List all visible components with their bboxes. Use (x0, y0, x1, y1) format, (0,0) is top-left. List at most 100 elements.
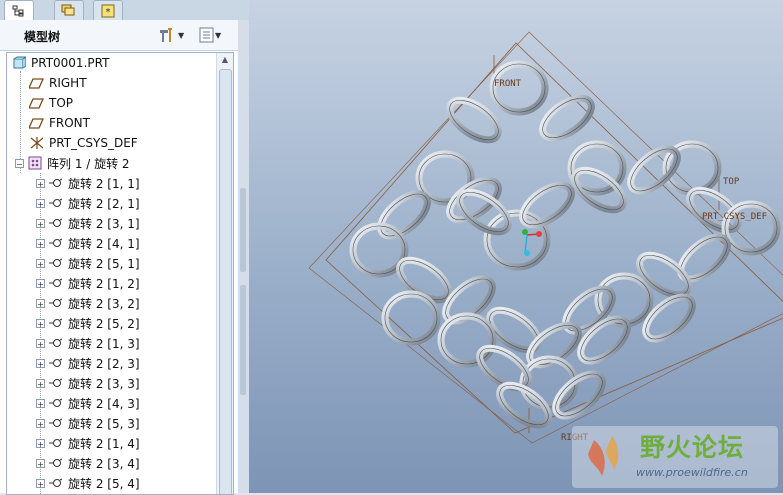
tree-root-label: PRT0001.PRT (31, 56, 110, 70)
revolve-icon (48, 256, 64, 270)
revolve-icon (48, 396, 64, 410)
tree-item-label: RIGHT (49, 76, 87, 90)
svg-text:*: * (106, 7, 111, 18)
scroll-thumb[interactable] (219, 69, 232, 494)
front-datum-label: FRONT (494, 79, 522, 89)
tree-item-label: 旋转 2 [4, 1] (68, 236, 140, 251)
revolve-icon (48, 176, 64, 190)
panel-splitter[interactable] (238, 20, 249, 493)
tree-item-label: 阵列 1 / 旋转 2 (47, 156, 130, 171)
revolve-icon (48, 416, 64, 430)
revolve-icon (48, 296, 64, 310)
favorites-icon: * (101, 4, 115, 18)
tree-item-rotate[interactable]: + 旋转 2 [3, 1] (36, 213, 140, 233)
expand-toggle[interactable]: + (36, 318, 45, 329)
tree-item-label: PRT_CSYS_DEF (49, 136, 138, 150)
model-tree: PRT0001.PRT RIGHT TOP FRONT PRT_CSYS_DEF… (6, 52, 234, 495)
navigator-tabs: * (0, 0, 250, 21)
revolve-icon (48, 196, 64, 210)
tree-item-label: 旋转 2 [3, 3] (68, 376, 140, 391)
csys-y-marker (522, 229, 528, 235)
revolve-icon (48, 436, 64, 450)
expand-toggle[interactable]: + (36, 458, 45, 469)
tab-layers[interactable] (54, 0, 84, 20)
tree-item-label: 旋转 2 [2, 1] (68, 196, 140, 211)
tree-item-pattern[interactable]: − 阵列 1 / 旋转 2 (15, 153, 130, 173)
tree-item-rotate[interactable]: + 旋转 2 [5, 2] (36, 313, 140, 333)
settings-button[interactable]: ▼ (158, 26, 184, 44)
expand-toggle[interactable]: + (36, 358, 45, 369)
tree-item-rotate[interactable]: + 旋转 2 [5, 1] (36, 253, 140, 273)
tree-item-rotate[interactable]: + 旋转 2 [4, 3] (36, 393, 140, 413)
csys-label: PRT_CSYS_DEF (702, 212, 767, 222)
tree-icon (12, 5, 24, 17)
expand-toggle[interactable]: + (36, 438, 45, 449)
tree-item-label: TOP (49, 96, 74, 110)
expand-toggle[interactable]: + (36, 238, 45, 249)
show-button[interactable]: ▼ (199, 26, 221, 44)
expand-toggle[interactable]: + (36, 418, 45, 429)
splitter-grip[interactable] (240, 188, 246, 272)
tree-item-rotate[interactable]: + 旋转 2 [5, 4] (36, 473, 140, 493)
expand-toggle[interactable]: + (36, 218, 45, 229)
part-icon (11, 56, 27, 70)
tree-item-rotate[interactable]: + 旋转 2 [1, 1] (36, 173, 140, 193)
revolve-icon (48, 216, 64, 230)
watermark-title: 野火论坛 (640, 433, 745, 462)
tree-item-label: 旋转 2 [3, 4] (68, 456, 140, 471)
expand-toggle[interactable]: + (36, 378, 45, 389)
graphics-viewport[interactable]: FRONT TOP PRT_CSYS_DEF RIGHT (249, 0, 783, 493)
revolve-icon (48, 456, 64, 470)
tree-item-label: 旋转 2 [2, 3] (68, 356, 140, 371)
top-datum-label: TOP (723, 177, 740, 187)
csys-x-marker (536, 231, 542, 237)
revolve-icon (48, 276, 64, 290)
revolve-icon (48, 376, 64, 390)
tree-item-label: 旋转 2 [5, 2] (68, 316, 140, 331)
datum-plane-icon (29, 76, 45, 90)
ring-group (349, 60, 781, 429)
tree-item-csys[interactable]: PRT_CSYS_DEF (29, 133, 138, 153)
tree-item-top[interactable]: TOP (29, 93, 73, 113)
csys-icon (29, 136, 45, 150)
tree-item-rotate[interactable]: + 旋转 2 [4, 1] (36, 233, 140, 253)
model-tree-panel: 模型树 ▼ ▼ PRT0001.PRT RIGHT TOP FRONT PRT_… (0, 20, 239, 495)
tree-scrollbar[interactable]: ▲ (216, 53, 233, 494)
expand-toggle[interactable]: + (36, 258, 45, 269)
expand-toggle[interactable]: + (36, 478, 45, 489)
scroll-up-arrow[interactable]: ▲ (217, 53, 233, 67)
tree-item-rotate[interactable]: + 旋转 2 [3, 3] (36, 373, 140, 393)
revolve-icon (48, 236, 64, 250)
chain-ring-outline (384, 293, 438, 343)
tree-item-label: 旋转 2 [1, 4] (68, 436, 140, 451)
expand-toggle[interactable]: + (36, 398, 45, 409)
tree-item-right[interactable]: RIGHT (29, 73, 87, 93)
watermark-url: www.proewildfire.cn (636, 466, 748, 479)
tree-item-front[interactable]: FRONT (29, 113, 90, 133)
tree-item-rotate[interactable]: + 旋转 2 [1, 2] (36, 273, 140, 293)
collapse-toggle[interactable]: − (15, 158, 24, 169)
chevron-down-icon: ▼ (215, 30, 222, 40)
tree-item-rotate[interactable]: + 旋转 2 [3, 4] (36, 453, 140, 473)
layers-icon (61, 4, 75, 15)
tree-item-rotate[interactable]: + 旋转 2 [1, 3] (36, 333, 140, 353)
pattern-icon (27, 156, 43, 170)
chain-ring (552, 370, 606, 420)
expand-toggle[interactable]: + (36, 278, 45, 289)
panel-header: 模型树 ▼ ▼ (0, 20, 238, 51)
panel-title: 模型树 (24, 30, 61, 44)
tab-favorites[interactable]: * (93, 0, 123, 20)
tab-model-tree[interactable] (4, 0, 34, 21)
expand-toggle[interactable]: + (36, 338, 45, 349)
tree-root[interactable]: PRT0001.PRT (11, 53, 109, 73)
tree-item-rotate[interactable]: + 旋转 2 [5, 3] (36, 413, 140, 433)
tree-item-rotate[interactable]: + 旋转 2 [2, 1] (36, 193, 140, 213)
tree-item-rotate[interactable]: + 旋转 2 [3, 2] (36, 293, 140, 313)
tree-item-rotate[interactable]: + 旋转 2 [1, 4] (36, 433, 140, 453)
splitter-grip[interactable] (240, 285, 246, 395)
expand-toggle[interactable]: + (36, 178, 45, 189)
tree-item-label: 旋转 2 [1, 3] (68, 336, 140, 351)
tree-item-rotate[interactable]: + 旋转 2 [2, 3] (36, 353, 140, 373)
expand-toggle[interactable]: + (36, 298, 45, 309)
expand-toggle[interactable]: + (36, 198, 45, 209)
